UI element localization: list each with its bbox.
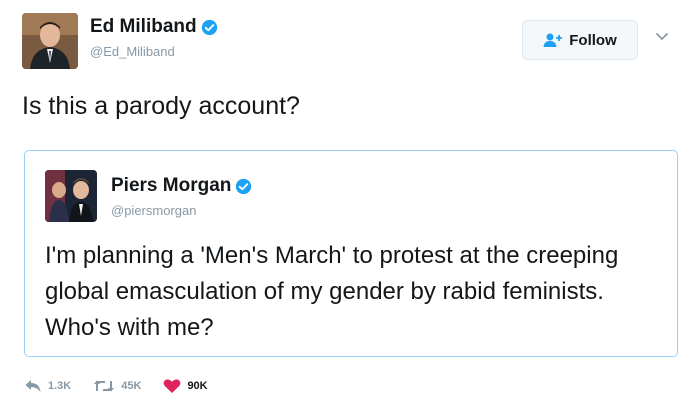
author-avatar[interactable] <box>22 13 78 69</box>
author-name-row: Ed Miliband <box>90 16 218 38</box>
author-avatar-image <box>22 13 78 69</box>
verified-badge-icon <box>236 178 252 194</box>
author-handle[interactable]: @Ed_Miliband <box>90 44 175 59</box>
quoted-author-display-name[interactable]: Piers Morgan <box>111 175 231 197</box>
reply-icon <box>25 380 41 392</box>
tweet-text: Is this a parody account? <box>22 92 300 120</box>
retweet-icon <box>94 380 115 392</box>
like-button[interactable]: 90K <box>163 378 208 394</box>
quoted-author-avatar[interactable] <box>45 170 97 222</box>
verified-badge-icon <box>201 19 217 35</box>
quoted-author-avatar-image <box>45 170 97 222</box>
tweet-action-bar: 1.3K 45K 90K <box>24 378 230 394</box>
follow-button-label: Follow <box>569 31 617 49</box>
quoted-author-handle[interactable]: @piersmorgan <box>111 203 196 218</box>
reply-count: 1.3K <box>48 380 72 392</box>
follow-button[interactable]: Follow <box>522 20 638 60</box>
reply-button[interactable]: 1.3K <box>24 379 71 393</box>
quoted-tweet-card[interactable]: Piers Morgan @piersmorgan I'm planning a… <box>24 150 678 357</box>
retweet-count: 45K <box>121 380 142 392</box>
like-count: 90K <box>187 380 208 392</box>
add-user-icon <box>543 33 563 47</box>
author-display-name[interactable]: Ed Miliband <box>90 16 197 38</box>
heart-icon <box>164 379 181 393</box>
quoted-tweet-text: I'm planning a 'Men's March' to protest … <box>45 242 619 341</box>
chevron-down-icon[interactable] <box>655 32 669 42</box>
retweet-button[interactable]: 45K <box>93 378 141 394</box>
quoted-author-name-row: Piers Morgan <box>111 175 252 197</box>
